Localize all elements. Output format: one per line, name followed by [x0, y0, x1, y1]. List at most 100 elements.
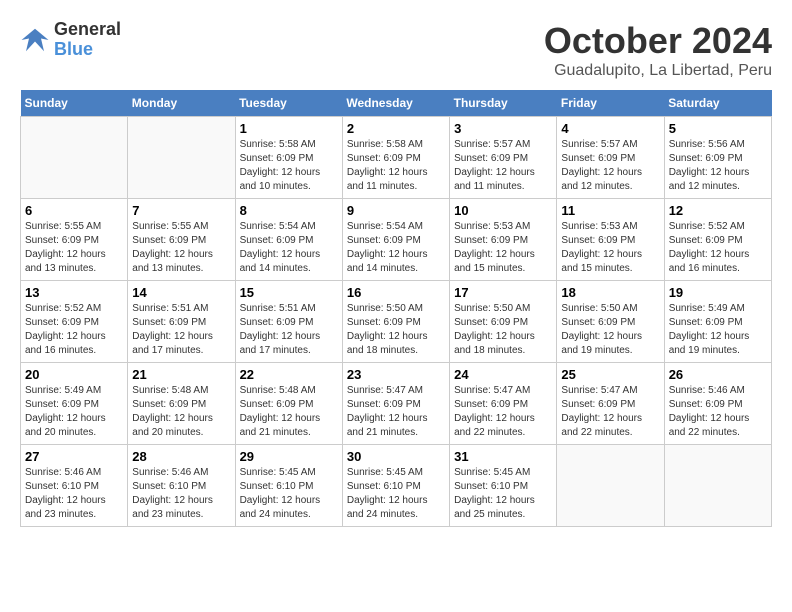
weekday-header: Saturday: [664, 90, 771, 117]
day-info: Sunrise: 5:53 AM Sunset: 6:09 PM Dayligh…: [561, 220, 659, 276]
day-number: 30: [347, 449, 445, 464]
day-number: 3: [454, 121, 552, 136]
day-info: Sunrise: 5:47 AM Sunset: 6:09 PM Dayligh…: [561, 384, 659, 440]
calendar-cell: 22Sunrise: 5:48 AM Sunset: 6:09 PM Dayli…: [235, 363, 342, 445]
day-info: Sunrise: 5:48 AM Sunset: 6:09 PM Dayligh…: [132, 384, 230, 440]
weekday-header-row: SundayMondayTuesdayWednesdayThursdayFrid…: [21, 90, 772, 117]
day-info: Sunrise: 5:55 AM Sunset: 6:09 PM Dayligh…: [132, 220, 230, 276]
calendar-week-row: 20 Sunrise: 5:49 AM Sunset: 6:09 PM Dayli…: [21, 363, 772, 445]
calendar-cell: 11 Sunrise: 5:53 AM Sunset: 6:09 PM Dayli…: [557, 199, 664, 281]
day-info: Sunrise: 5:54 AM Sunset: 6:09 PM Dayligh…: [240, 220, 338, 276]
day-number: 17: [454, 285, 552, 300]
day-number: 29: [240, 449, 338, 464]
day-info: Sunrise: 5:49 AM Sunset: 6:09 PM Dayligh…: [669, 302, 767, 358]
calendar-cell: 19Sunrise: 5:49 AM Sunset: 6:09 PM Dayli…: [664, 281, 771, 363]
day-number: 16: [347, 285, 445, 300]
day-number: 8: [240, 203, 338, 218]
calendar-cell: [557, 445, 664, 527]
weekday-header: Sunday: [21, 90, 128, 117]
calendar-cell: [128, 117, 235, 199]
calendar-week-row: 1 Sunrise: 5:58 AM Sunset: 6:09 PM Daylig…: [21, 117, 772, 199]
calendar-table: SundayMondayTuesdayWednesdayThursdayFrid…: [20, 90, 772, 527]
calendar-cell: 21 Sunrise: 5:48 AM Sunset: 6:09 PM Dayli…: [128, 363, 235, 445]
calendar-cell: 30 Sunrise: 5:45 AM Sunset: 6:10 PM Dayli…: [342, 445, 449, 527]
calendar-cell: 18Sunrise: 5:50 AM Sunset: 6:09 PM Dayli…: [557, 281, 664, 363]
day-info: Sunrise: 5:52 AM Sunset: 6:09 PM Dayligh…: [25, 302, 123, 358]
calendar-cell: 28Sunrise: 5:46 AM Sunset: 6:10 PM Dayli…: [128, 445, 235, 527]
calendar-cell: 25 Sunrise: 5:47 AM Sunset: 6:09 PM Dayli…: [557, 363, 664, 445]
logo-text: General Blue: [54, 20, 121, 60]
logo-line1: General: [54, 20, 121, 40]
day-number: 15: [240, 285, 338, 300]
weekday-header: Friday: [557, 90, 664, 117]
day-number: 4: [561, 121, 659, 136]
calendar-week-row: 6 Sunrise: 5:55 AM Sunset: 6:09 PM Daylig…: [21, 199, 772, 281]
day-number: 2: [347, 121, 445, 136]
calendar-cell: 1 Sunrise: 5:58 AM Sunset: 6:09 PM Daylig…: [235, 117, 342, 199]
day-info: Sunrise: 5:56 AM Sunset: 6:09 PM Dayligh…: [669, 138, 767, 194]
title-block: October 2024 Guadalupito, La Libertad, P…: [544, 20, 772, 80]
day-number: 21: [132, 367, 230, 382]
day-info: Sunrise: 5:51 AM Sunset: 6:09 PM Dayligh…: [132, 302, 230, 358]
calendar-title: October 2024: [544, 20, 772, 62]
calendar-cell: 23 Sunrise: 5:47 AM Sunset: 6:09 PM Dayli…: [342, 363, 449, 445]
calendar-cell: 17Sunrise: 5:50 AM Sunset: 6:09 PM Dayli…: [450, 281, 557, 363]
day-info: Sunrise: 5:46 AM Sunset: 6:10 PM Dayligh…: [25, 466, 123, 522]
calendar-cell: 15 Sunrise: 5:51 AM Sunset: 6:09 PM Dayli…: [235, 281, 342, 363]
day-number: 13: [25, 285, 123, 300]
calendar-cell: 6Sunrise: 5:55 AM Sunset: 6:09 PM Daylig…: [21, 199, 128, 281]
day-info: Sunrise: 5:51 AM Sunset: 6:09 PM Dayligh…: [240, 302, 338, 358]
page-header: General Blue October 2024 Guadalupito, L…: [20, 20, 772, 80]
calendar-cell: [664, 445, 771, 527]
day-info: Sunrise: 5:47 AM Sunset: 6:09 PM Dayligh…: [454, 384, 552, 440]
day-number: 31: [454, 449, 552, 464]
day-info: Sunrise: 5:46 AM Sunset: 6:09 PM Dayligh…: [669, 384, 767, 440]
calendar-cell: 13 Sunrise: 5:52 AM Sunset: 6:09 PM Dayli…: [21, 281, 128, 363]
calendar-cell: 27 Sunrise: 5:46 AM Sunset: 6:10 PM Dayli…: [21, 445, 128, 527]
day-number: 27: [25, 449, 123, 464]
day-number: 20: [25, 367, 123, 382]
calendar-cell: 12Sunrise: 5:52 AM Sunset: 6:09 PM Dayli…: [664, 199, 771, 281]
day-info: Sunrise: 5:50 AM Sunset: 6:09 PM Dayligh…: [561, 302, 659, 358]
day-info: Sunrise: 5:45 AM Sunset: 6:10 PM Dayligh…: [347, 466, 445, 522]
calendar-subtitle: Guadalupito, La Libertad, Peru: [544, 62, 772, 80]
day-number: 10: [454, 203, 552, 218]
weekday-header: Tuesday: [235, 90, 342, 117]
calendar-week-row: 27 Sunrise: 5:46 AM Sunset: 6:10 PM Dayli…: [21, 445, 772, 527]
day-number: 7: [132, 203, 230, 218]
day-number: 24: [454, 367, 552, 382]
day-number: 23: [347, 367, 445, 382]
calendar-cell: 26Sunrise: 5:46 AM Sunset: 6:09 PM Dayli…: [664, 363, 771, 445]
calendar-cell: 31 Sunrise: 5:45 AM Sunset: 6:10 PM Dayli…: [450, 445, 557, 527]
calendar-cell: 7 Sunrise: 5:55 AM Sunset: 6:09 PM Daylig…: [128, 199, 235, 281]
calendar-cell: 10Sunrise: 5:53 AM Sunset: 6:09 PM Dayli…: [450, 199, 557, 281]
calendar-cell: 8 Sunrise: 5:54 AM Sunset: 6:09 PM Daylig…: [235, 199, 342, 281]
day-number: 6: [25, 203, 123, 218]
weekday-header: Thursday: [450, 90, 557, 117]
day-info: Sunrise: 5:47 AM Sunset: 6:09 PM Dayligh…: [347, 384, 445, 440]
day-number: 12: [669, 203, 767, 218]
logo-icon: [20, 25, 50, 55]
day-info: Sunrise: 5:48 AM Sunset: 6:09 PM Dayligh…: [240, 384, 338, 440]
calendar-cell: 24 Sunrise: 5:47 AM Sunset: 6:09 PM Dayli…: [450, 363, 557, 445]
day-info: Sunrise: 5:45 AM Sunset: 6:10 PM Dayligh…: [454, 466, 552, 522]
day-number: 28: [132, 449, 230, 464]
calendar-cell: [21, 117, 128, 199]
weekday-header: Wednesday: [342, 90, 449, 117]
day-info: Sunrise: 5:58 AM Sunset: 6:09 PM Dayligh…: [240, 138, 338, 194]
calendar-cell: 29Sunrise: 5:45 AM Sunset: 6:10 PM Dayli…: [235, 445, 342, 527]
day-number: 25: [561, 367, 659, 382]
day-number: 1: [240, 121, 338, 136]
day-info: Sunrise: 5:49 AM Sunset: 6:09 PM Dayligh…: [25, 384, 123, 440]
day-number: 5: [669, 121, 767, 136]
day-info: Sunrise: 5:57 AM Sunset: 6:09 PM Dayligh…: [454, 138, 552, 194]
day-info: Sunrise: 5:50 AM Sunset: 6:09 PM Dayligh…: [347, 302, 445, 358]
day-number: 9: [347, 203, 445, 218]
day-info: Sunrise: 5:54 AM Sunset: 6:09 PM Dayligh…: [347, 220, 445, 276]
calendar-cell: 4 Sunrise: 5:57 AM Sunset: 6:09 PM Daylig…: [557, 117, 664, 199]
day-number: 11: [561, 203, 659, 218]
day-info: Sunrise: 5:57 AM Sunset: 6:09 PM Dayligh…: [561, 138, 659, 194]
calendar-cell: 5 Sunrise: 5:56 AM Sunset: 6:09 PM Daylig…: [664, 117, 771, 199]
day-info: Sunrise: 5:58 AM Sunset: 6:09 PM Dayligh…: [347, 138, 445, 194]
logo: General Blue: [20, 20, 121, 60]
